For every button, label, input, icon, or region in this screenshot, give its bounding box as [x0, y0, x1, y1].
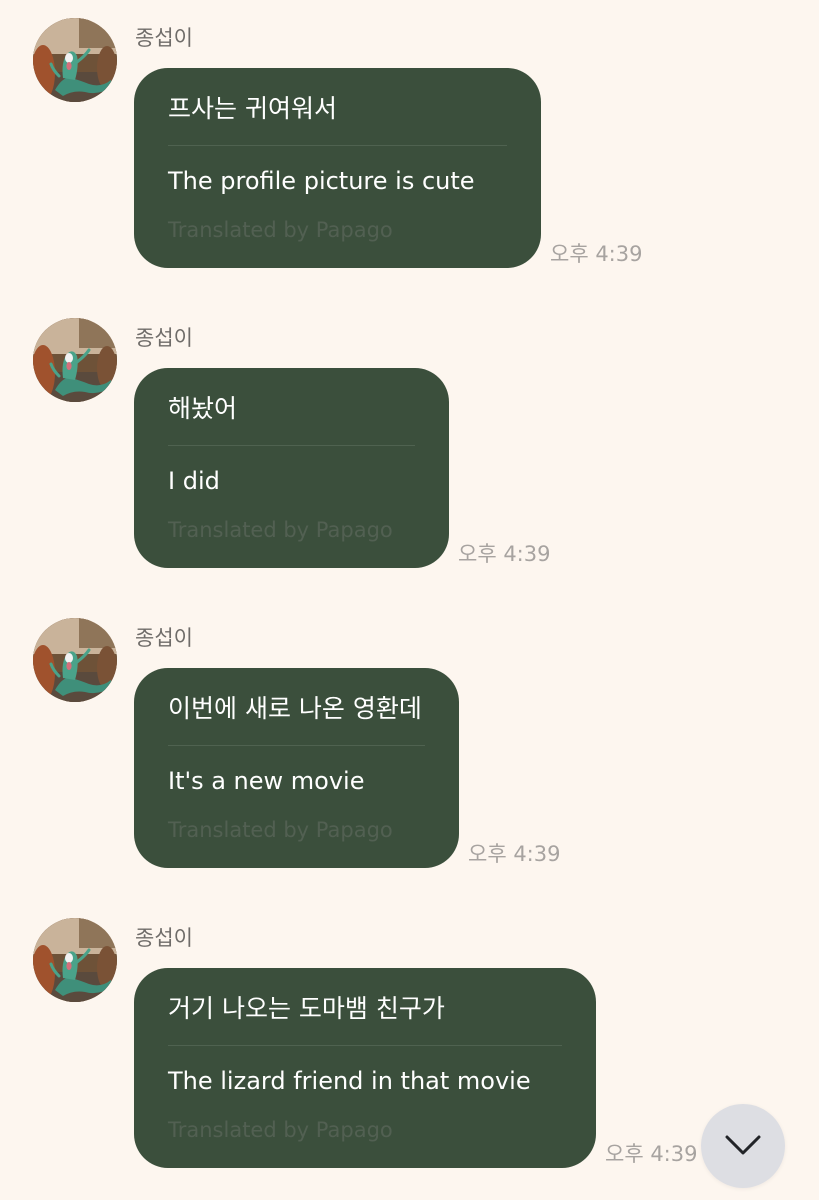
message: 종섭이 해놨어 I did Translated by Papago 오후 4:…: [0, 300, 819, 600]
message-timestamp: 오후 4:39: [550, 242, 643, 266]
sender-avatar[interactable]: [33, 318, 117, 402]
sender-avatar[interactable]: [33, 618, 117, 702]
translation-divider: [168, 145, 507, 146]
translation-divider: [168, 1045, 562, 1046]
sender-name: 종섭이: [135, 926, 193, 950]
translation-credit: Translated by Papago: [168, 218, 393, 242]
original-text: 이번에 새로 나온 영환데: [168, 694, 422, 723]
translation-credit: Translated by Papago: [168, 818, 393, 842]
sender-avatar[interactable]: [33, 918, 117, 1002]
message-timestamp: 오후 4:39: [458, 542, 551, 566]
original-text: 프사는 귀여워서: [168, 94, 337, 123]
message-timestamp: 오후 4:39: [605, 1142, 698, 1166]
lizard-avatar-icon: [33, 18, 117, 102]
lizard-avatar-icon: [33, 318, 117, 402]
message-bubble[interactable]: 거기 나오는 도마뱀 친구가 The lizard friend in that…: [134, 968, 596, 1168]
message: 종섭이 이번에 새로 나온 영환데 It's a new movie Trans…: [0, 600, 819, 900]
chevron-down-icon: [725, 1135, 761, 1155]
original-text: 해놨어: [168, 394, 238, 423]
lizard-avatar-icon: [33, 618, 117, 702]
message: 종섭이 프사는 귀여워서 The profile picture is cute…: [0, 0, 819, 300]
message-bubble[interactable]: 해놨어 I did Translated by Papago: [134, 368, 449, 568]
scroll-to-bottom-button[interactable]: [701, 1104, 785, 1188]
message-timestamp: 오후 4:39: [468, 842, 561, 866]
message: 종섭이 거기 나오는 도마뱀 친구가 The lizard friend in …: [0, 900, 819, 1200]
translation-credit: Translated by Papago: [168, 1118, 393, 1142]
translated-text: It's a new movie: [168, 767, 365, 795]
translation-divider: [168, 445, 415, 446]
lizard-avatar-icon: [33, 918, 117, 1002]
message-bubble[interactable]: 프사는 귀여워서 The profile picture is cute Tra…: [134, 68, 541, 268]
sender-name: 종섭이: [135, 626, 193, 650]
sender-name: 종섭이: [135, 26, 193, 50]
original-text: 거기 나오는 도마뱀 친구가: [168, 994, 445, 1023]
translated-text: The lizard friend in that movie: [168, 1067, 531, 1095]
message-bubble[interactable]: 이번에 새로 나온 영환데 It's a new movie Translate…: [134, 668, 459, 868]
sender-avatar[interactable]: [33, 18, 117, 102]
sender-name: 종섭이: [135, 326, 193, 350]
translation-credit: Translated by Papago: [168, 518, 393, 542]
translation-divider: [168, 745, 425, 746]
translated-text: The profile picture is cute: [168, 167, 475, 195]
translated-text: I did: [168, 467, 220, 495]
